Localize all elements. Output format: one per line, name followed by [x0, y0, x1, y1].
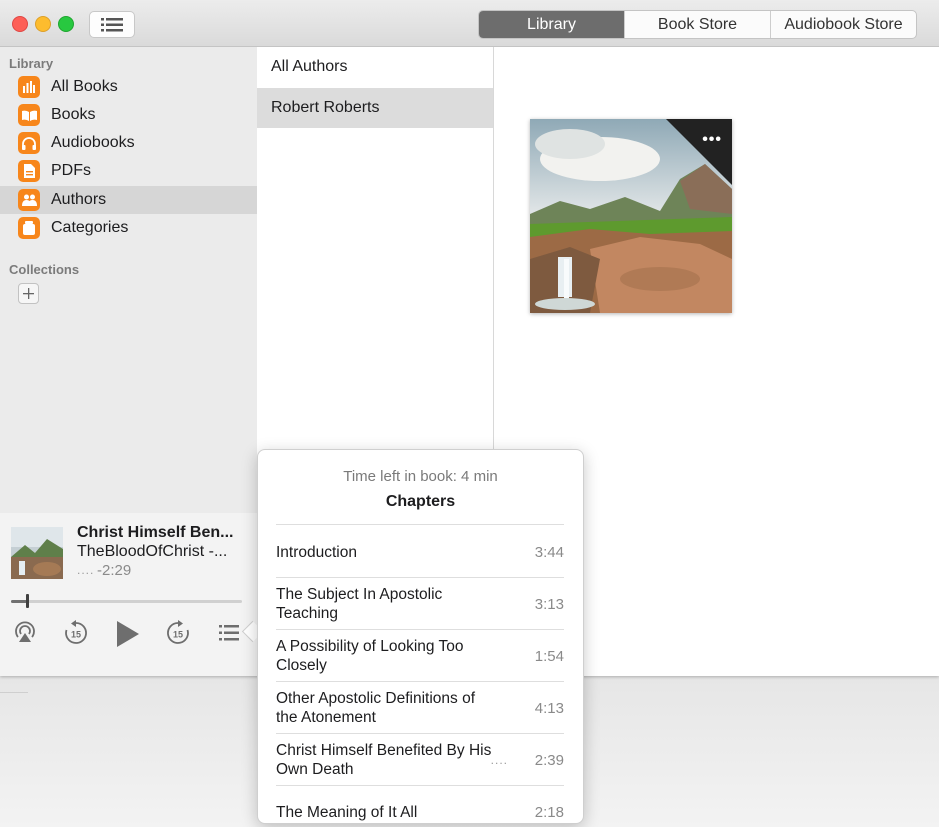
- skip-back-button[interactable]: 15: [62, 619, 90, 647]
- sidebar-item-all-books[interactable]: All Books: [0, 73, 257, 101]
- skip-forward-icon: 15: [167, 620, 189, 644]
- chapter-title: A Possibility of Looking Too Closely: [276, 638, 464, 674]
- divider: [276, 524, 564, 525]
- author-item-robert-roberts[interactable]: Robert Roberts: [257, 88, 493, 128]
- pdf-document-icon: [18, 160, 40, 182]
- chapter-title: Other Apostolic Definitions of the Atone…: [276, 690, 476, 726]
- headphones-icon: [18, 132, 40, 154]
- now-playing-indicator: ....: [77, 563, 95, 577]
- sidebar-item-pdfs[interactable]: PDFs: [0, 157, 257, 185]
- close-window-button[interactable]: [12, 16, 28, 32]
- tab-library[interactable]: Library: [479, 11, 624, 38]
- sidebar-item-categories[interactable]: Categories: [0, 214, 257, 242]
- sidebar: Library All Books Books Audiobooks PDFs: [0, 47, 257, 676]
- sidebar-toggle-button[interactable]: [89, 11, 135, 38]
- progress-fill: [11, 600, 28, 603]
- more-options-button[interactable]: •••: [702, 132, 722, 148]
- sidebar-item-label: Categories: [51, 219, 129, 236]
- sidebar-item-label: Authors: [51, 191, 107, 208]
- sidebar-item-authors[interactable]: Authors: [0, 186, 257, 214]
- progress-thumb[interactable]: [26, 594, 30, 608]
- skip-back-icon: 15: [65, 620, 87, 644]
- library-heading: Library: [9, 56, 54, 71]
- minimize-window-button[interactable]: [35, 16, 51, 32]
- skip-forward-seconds: 15: [173, 630, 183, 640]
- people-icon: [18, 189, 40, 211]
- chapter-duration: 3:44: [534, 543, 564, 561]
- open-book-icon: [18, 104, 40, 126]
- chapter-duration: 2:18: [534, 803, 564, 821]
- chapter-list-icon: [219, 625, 239, 641]
- list-icon: [101, 17, 123, 31]
- plus-icon: [23, 288, 34, 299]
- chapter-title: Christ Himself Benefited By His Own Deat…: [276, 742, 492, 778]
- play-icon: [117, 621, 139, 647]
- airplay-button[interactable]: [12, 619, 38, 645]
- chapter-title: The Meaning of It All: [276, 803, 418, 821]
- audiobook-player: Christ Himself Ben... TheBloodOfChrist -…: [0, 513, 257, 676]
- chart-icon: [18, 76, 40, 98]
- sidebar-item-label: PDFs: [51, 162, 91, 179]
- chapter-title: Introduction: [276, 543, 357, 561]
- chapters-heading: Chapters: [385, 493, 456, 510]
- chapter-item[interactable]: The Meaning of It All 2:18: [276, 786, 564, 823]
- collections-heading: Collections: [9, 262, 80, 277]
- now-playing-author: TheBloodOfChrist -...: [77, 543, 228, 560]
- chapter-item-current[interactable]: Christ Himself Benefited By His Own Deat…: [276, 734, 564, 786]
- book-cover[interactable]: •••: [530, 119, 732, 313]
- chapter-title: The Subject In Apostolic Teaching: [276, 586, 443, 622]
- category-icon: [18, 217, 40, 239]
- cover-corner-overlay: [666, 119, 732, 185]
- sidebar-item-audiobooks[interactable]: Audiobooks: [0, 129, 257, 157]
- chapter-item[interactable]: The Subject In Apostolic Teaching 3:13: [276, 578, 564, 630]
- chapter-duration: 1:54: [534, 647, 564, 665]
- play-button[interactable]: [112, 619, 142, 649]
- chapter-item[interactable]: A Possibility of Looking Too Closely 1:5…: [276, 630, 564, 682]
- skip-back-seconds: 15: [71, 630, 81, 640]
- sidebar-item-label: Audiobooks: [51, 134, 135, 151]
- title-bar: Library Book Store Audiobook Store: [0, 0, 939, 47]
- add-collection-button[interactable]: [18, 283, 39, 304]
- chapter-duration: 4:13: [534, 699, 564, 717]
- airplay-icon: [15, 621, 35, 642]
- chapter-duration: 2:39: [534, 751, 564, 769]
- tab-audiobook-store[interactable]: Audiobook Store: [770, 11, 916, 38]
- chapter-item[interactable]: Other Apostolic Definitions of the Atone…: [276, 682, 564, 734]
- playing-indicator: ....: [490, 753, 508, 767]
- time-remaining: -2:29: [97, 562, 132, 579]
- now-playing-artwork: [11, 527, 63, 579]
- chapter-item[interactable]: Introduction 3:44: [276, 526, 564, 578]
- skip-forward-button[interactable]: 15: [164, 619, 192, 647]
- chapter-duration: 3:13: [534, 595, 564, 613]
- maximize-window-button[interactable]: [58, 16, 74, 32]
- time-left-label: Time left in book: 4 min: [343, 468, 498, 485]
- progress-slider[interactable]: [11, 594, 242, 608]
- tab-book-store[interactable]: Book Store: [624, 11, 770, 38]
- desktop-divider: [0, 692, 28, 693]
- chapters-popover: Time left in book: 4 min Chapters Introd…: [257, 449, 584, 824]
- author-item-all[interactable]: All Authors: [257, 47, 493, 87]
- sidebar-item-books[interactable]: Books: [0, 101, 257, 129]
- chapters-button[interactable]: [217, 621, 241, 645]
- now-playing-title: Christ Himself Ben...: [77, 524, 234, 541]
- store-tabs: Library Book Store Audiobook Store: [478, 10, 917, 39]
- sidebar-item-label: Books: [51, 106, 96, 123]
- sidebar-item-label: All Books: [51, 78, 118, 95]
